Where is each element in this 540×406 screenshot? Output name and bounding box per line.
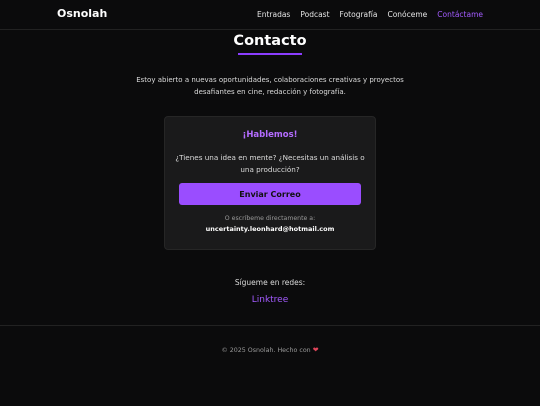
main-nav: Entradas Podcast Fotografía Conóceme Con… — [257, 10, 483, 19]
page-title: Contacto — [233, 33, 307, 49]
nav-conoceme[interactable]: Conóceme — [387, 10, 427, 19]
nav-fotografia[interactable]: Fotografía — [340, 10, 378, 19]
linktree-link[interactable]: Linktree — [252, 295, 289, 305]
nav-entradas[interactable]: Entradas — [257, 10, 290, 19]
intro-text: Estoy abierto a nuevas oportunidades, co… — [136, 76, 404, 96]
footer-text: © 2025 Osnolah. Hecho con ❤ — [0, 346, 540, 354]
email-address[interactable]: uncertainty.leonhard@hotmail.com — [165, 225, 375, 233]
title-underline — [238, 53, 302, 55]
brand-logo[interactable]: Osnolah — [57, 7, 107, 20]
heart-icon: ❤ — [312, 346, 319, 354]
nav-contactame[interactable]: Contáctame — [437, 10, 483, 19]
contact-card: ¡Hablemos! ¿Tienes una idea en mente? ¿N… — [164, 116, 376, 250]
main-content: Contacto Estoy abierto a nuevas oportuni… — [0, 30, 540, 306]
card-heading: ¡Hablemos! — [242, 130, 298, 140]
footer-copyright: © 2025 Osnolah. Hecho con — [221, 347, 311, 354]
nav-podcast[interactable]: Podcast — [300, 10, 329, 19]
social-label: Sígueme en redes: — [234, 278, 306, 287]
card-text: ¿Tienes una idea en mente? ¿Necesitas un… — [175, 153, 365, 174]
alt-contact-text: O escríbeme directamente a: — [224, 215, 316, 222]
site-footer: © 2025 Osnolah. Hecho con ❤ — [0, 325, 540, 406]
site-header: Osnolah Entradas Podcast Fotografía Conó… — [0, 0, 540, 30]
send-email-button[interactable]: Enviar Correo — [179, 183, 361, 205]
